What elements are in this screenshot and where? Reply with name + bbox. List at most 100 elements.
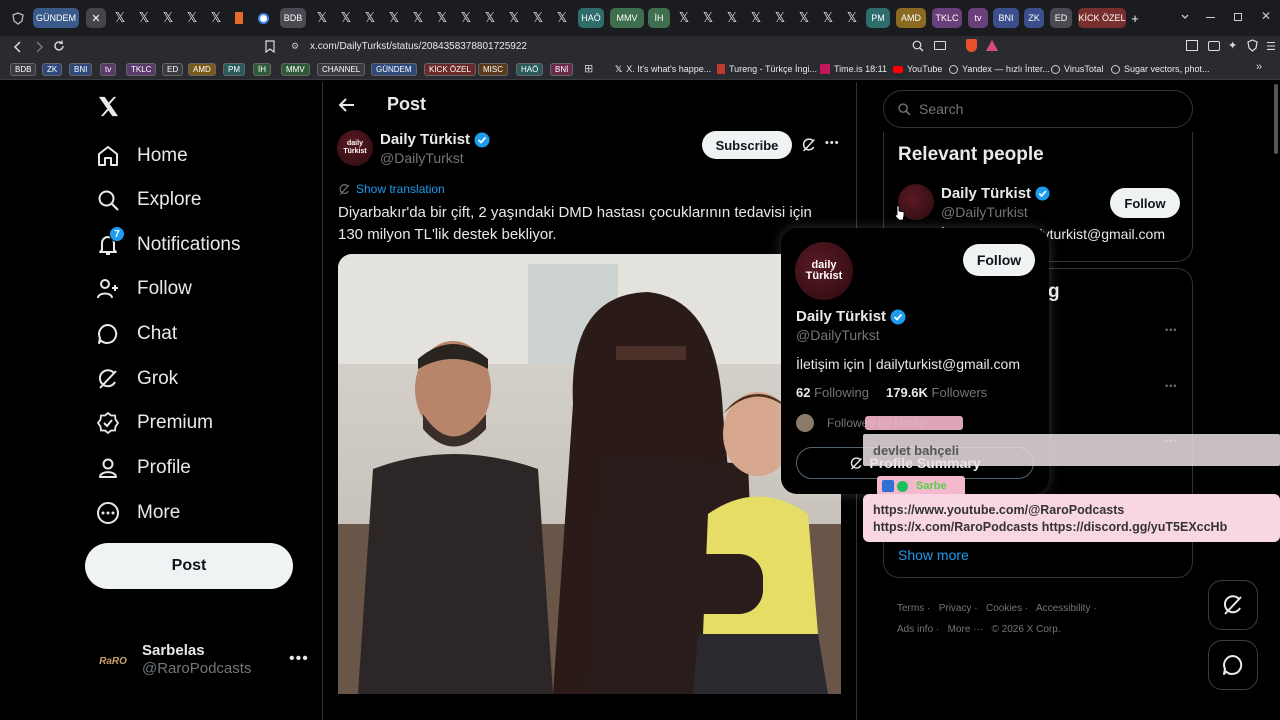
bookmark-link[interactable]: 𝕏 X. It's what's happe... [615, 62, 711, 76]
tab-bookmark-favicon[interactable] [232, 8, 246, 28]
tab-x[interactable]: 𝕏 [456, 8, 476, 28]
footer-link[interactable]: Privacy [939, 603, 972, 614]
bookmark-link[interactable]: Sugar vectors, phot... [1111, 62, 1210, 76]
tab-x[interactable]: 𝕏 [794, 8, 814, 28]
reload-icon[interactable] [53, 40, 65, 52]
more-dots-icon[interactable]: ••• [289, 650, 309, 668]
hovercard-handle[interactable]: @DailyTurkst [796, 327, 880, 343]
author-avatar[interactable]: daily Türkist [337, 130, 373, 166]
author-handle[interactable]: @DailyTurkst [380, 150, 464, 166]
following-count[interactable]: 62 Following [796, 385, 869, 400]
relevant-name-text[interactable]: Daily Türkist [941, 185, 1031, 202]
wallet-icon[interactable] [1208, 41, 1220, 51]
post-image[interactable] [338, 254, 841, 694]
bookmark-tag[interactable]: İH [253, 63, 271, 76]
nav-chat[interactable]: Chat [85, 312, 315, 356]
tab-x[interactable]: 𝕏 [206, 8, 226, 28]
bookmark-tag[interactable]: TKLC [126, 63, 157, 76]
tab-x[interactable]: 𝕏 [674, 8, 694, 28]
nav-notifications[interactable]: 7 Notifications [85, 223, 315, 267]
tab-x[interactable]: 𝕏 [504, 8, 524, 28]
post-button[interactable]: Post [85, 543, 293, 589]
bookmark-tag[interactable]: ZK [42, 63, 63, 76]
search-box[interactable]: Search [883, 90, 1193, 128]
show-more-link[interactable]: Show more [898, 547, 969, 563]
tab-x[interactable]: 𝕏 [432, 8, 452, 28]
bookmark-tag[interactable]: BNİ [550, 63, 574, 76]
back-icon[interactable] [13, 41, 23, 53]
nav-more[interactable]: More [85, 491, 315, 535]
tab-x[interactable]: 𝕏 [842, 8, 862, 28]
footer-link[interactable]: Accessibility [1036, 603, 1090, 614]
footer-link[interactable]: Ads info [897, 624, 933, 635]
tab-hao[interactable]: HAÖ [578, 8, 604, 28]
bookmark-tag[interactable]: KİCK ÖZEL [424, 63, 476, 76]
tab-kick-ozel[interactable]: KİCK ÖZEL [1078, 8, 1126, 28]
tab-x[interactable]: 𝕏 [480, 8, 500, 28]
forward-icon[interactable] [34, 41, 44, 53]
restore-icon[interactable] [1234, 13, 1242, 21]
tab-ih[interactable]: İH [648, 8, 670, 28]
tab-x[interactable]: 𝕏 [312, 8, 332, 28]
footer-link[interactable]: More ··· [948, 624, 984, 635]
chevron-right-icon[interactable]: » [1256, 61, 1262, 73]
more-dots-icon[interactable]: ••• [1165, 381, 1177, 391]
tab-x[interactable]: 𝕏 [552, 8, 572, 28]
more-dots-icon[interactable]: ••• [1165, 325, 1177, 335]
show-translation-link[interactable]: Show translation [338, 182, 445, 196]
tab-google-favicon[interactable] [255, 8, 271, 28]
tab-x[interactable]: 𝕏 [182, 8, 202, 28]
tab-tklc[interactable]: TKLC [932, 8, 962, 28]
grok-fab[interactable] [1208, 580, 1258, 630]
back-arrow-icon[interactable] [338, 96, 356, 114]
tab-x[interactable]: 𝕏 [360, 8, 380, 28]
overlay-link-line[interactable]: https://www.youtube.com/@RaroPodcasts [873, 502, 1270, 519]
chevron-down-icon[interactable] [1180, 12, 1190, 22]
show-translation-text[interactable]: Show translation [356, 182, 445, 196]
bookmark-tag[interactable]: PM [223, 63, 245, 76]
nav-grok[interactable]: Grok [85, 357, 315, 401]
tab-pm[interactable]: PM [866, 8, 890, 28]
relevant-handle[interactable]: @DailyTurkist [941, 204, 1028, 220]
tab-amd[interactable]: AMD [896, 8, 926, 28]
nav-explore[interactable]: Explore [85, 178, 315, 222]
tab-zk[interactable]: ZK [1024, 8, 1044, 28]
overlay-link-line[interactable]: https://x.com/RaroPodcasts https://disco… [873, 519, 1270, 536]
tab-x[interactable]: 𝕏 [110, 8, 130, 28]
bookmark-tag[interactable]: MISC [478, 63, 508, 76]
bookmark-tag[interactable]: AMD [188, 63, 216, 76]
footer-link[interactable]: Cookies [986, 603, 1022, 614]
tab-x[interactable]: 𝕏 [336, 8, 356, 28]
tab-x[interactable]: 𝕏 [698, 8, 718, 28]
extensions-icon[interactable]: ✦ [1228, 39, 1237, 52]
tab-x[interactable]: 𝕏 [528, 8, 548, 28]
nav-follow[interactable]: Follow [85, 267, 315, 311]
hovercard-name-text[interactable]: Daily Türkist [796, 308, 886, 325]
bookmark-tag[interactable]: ED [162, 63, 184, 76]
bookmark-tag[interactable]: MMV [281, 63, 310, 76]
tab-bni[interactable]: BNI [993, 8, 1019, 28]
rewards-icon[interactable] [986, 40, 998, 51]
bookmark-tag[interactable]: GÜNDEM [371, 63, 417, 76]
tab-x[interactable]: 𝕏 [134, 8, 154, 28]
tab-x[interactable]: 𝕏 [746, 8, 766, 28]
bookmark-link[interactable]: YouTube [893, 62, 942, 76]
minimize-icon[interactable] [1206, 17, 1215, 18]
menu-icon[interactable]: ☰ [1266, 40, 1276, 53]
nav-profile[interactable]: Profile [85, 446, 315, 490]
tab-x[interactable]: 𝕏 [158, 8, 178, 28]
x-logo-icon[interactable] [97, 95, 120, 118]
brave-shield-icon[interactable] [12, 12, 24, 25]
cast-icon[interactable] [934, 41, 946, 50]
account-switcher[interactable]: RaRO Sarbelas @RaroPodcasts ••• [90, 638, 310, 682]
tab-bdb[interactable]: BDB [280, 8, 306, 28]
tab-x[interactable]: 𝕏 [770, 8, 790, 28]
vpn-icon[interactable] [1247, 39, 1258, 52]
author-name[interactable]: Daily Türkist [380, 131, 490, 148]
tab-x[interactable]: 𝕏 [818, 8, 838, 28]
followers-count[interactable]: 179.6K Followers [886, 385, 987, 400]
tab-x[interactable]: 𝕏 [384, 8, 404, 28]
bookmark-tag[interactable]: tv [100, 63, 117, 76]
tab-close-icon[interactable]: ✕ [86, 8, 106, 28]
tab-ed[interactable]: ED [1050, 8, 1072, 28]
